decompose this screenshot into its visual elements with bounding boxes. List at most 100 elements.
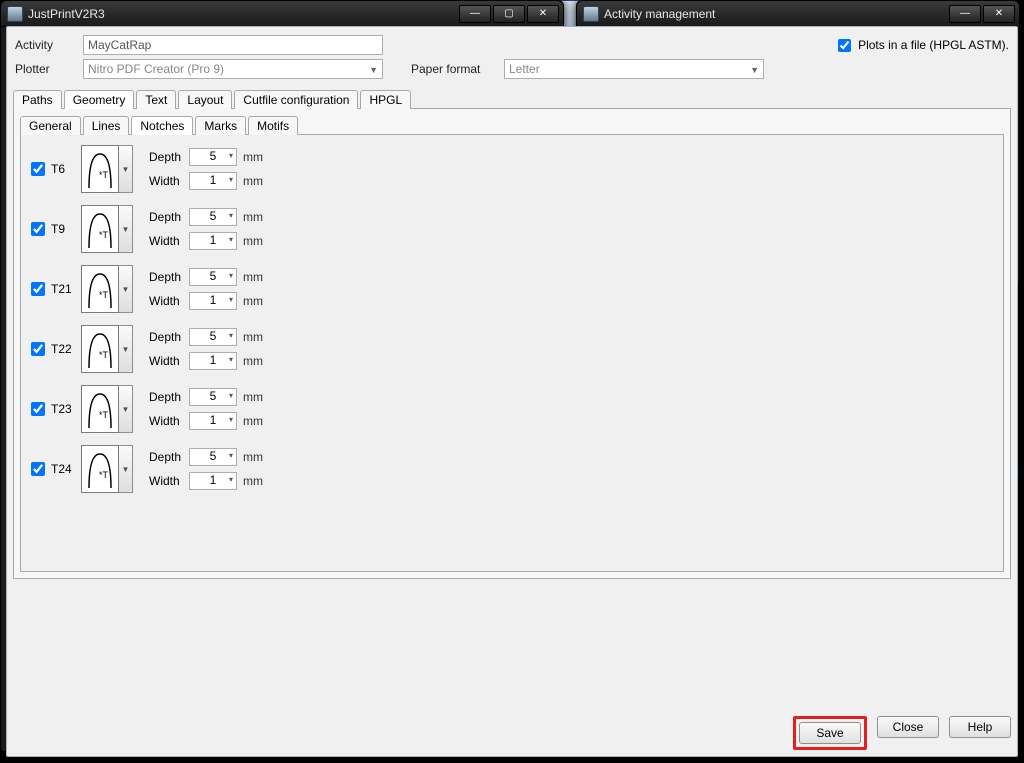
depth-label: Depth (149, 450, 189, 464)
notch-name: T9 (51, 222, 81, 236)
svg-text:*T: *T (99, 410, 109, 420)
tab-cutfile[interactable]: Cutfile configuration (234, 90, 358, 109)
tab-text[interactable]: Text (136, 90, 176, 109)
tab-layout[interactable]: Layout (178, 90, 232, 109)
close-button[interactable]: ✕ (983, 5, 1015, 23)
plots-in-file-checkbox[interactable] (838, 39, 851, 52)
notch-shape-preview[interactable]: *T (81, 385, 119, 433)
activity-label: Activity (15, 38, 75, 52)
width-label: Width (149, 474, 189, 488)
save-button[interactable]: Save (799, 722, 861, 744)
notch-name: T24 (51, 462, 81, 476)
chevron-down-icon: ▾ (229, 235, 233, 244)
notch-enable-checkbox[interactable] (31, 222, 45, 236)
depth-label: Depth (149, 270, 189, 284)
unit-label: mm (243, 270, 263, 284)
subtab-motifs[interactable]: Motifs (248, 116, 298, 135)
justprint-titlebar[interactable]: JustPrintV2R3 — ▢ ✕ (1, 1, 563, 27)
notch-row: T22*T▼Depth5▾mmWidth1▾mm (27, 321, 997, 377)
notch-enable-checkbox[interactable] (31, 402, 45, 416)
notch-enable-checkbox[interactable] (31, 282, 45, 296)
depth-select[interactable]: 5▾ (189, 448, 237, 466)
window-title: Activity management (604, 7, 715, 21)
actmgr-titlebar[interactable]: Activity management — ✕ (577, 1, 1019, 27)
width-select[interactable]: 1▾ (189, 412, 237, 430)
depth-select[interactable]: 5▾ (189, 268, 237, 286)
tab-paths[interactable]: Paths (13, 90, 62, 109)
subtab-marks[interactable]: Marks (195, 116, 246, 135)
notch-shape-preview[interactable]: *T (81, 265, 119, 313)
notch-row: T23*T▼Depth5▾mmWidth1▾mm (27, 381, 997, 437)
notch-shape-dropdown[interactable]: ▼ (119, 385, 133, 433)
notch-shape-preview[interactable]: *T (81, 325, 119, 373)
width-select[interactable]: 1▾ (189, 292, 237, 310)
chevron-down-icon: ▾ (229, 475, 233, 484)
subtab-general[interactable]: General (20, 116, 81, 135)
notch-shape-preview[interactable]: *T (81, 445, 119, 493)
svg-text:*T: *T (99, 350, 109, 360)
notch-enable-checkbox[interactable] (31, 342, 45, 356)
chevron-down-icon: ▼ (369, 65, 378, 75)
tab-hpgl[interactable]: HPGL (360, 90, 411, 109)
paper-format-combo[interactable]: Letter▼ (504, 59, 764, 79)
unit-label: mm (243, 414, 263, 428)
unit-label: mm (243, 294, 263, 308)
depth-select[interactable]: 5▾ (189, 148, 237, 166)
width-label: Width (149, 234, 189, 248)
help-button[interactable]: Help (949, 716, 1011, 738)
svg-text:*T: *T (99, 290, 109, 300)
plotter-combo[interactable]: Nitro PDF Creator (Pro 9)▼ (83, 59, 383, 79)
notch-name: T22 (51, 342, 81, 356)
notch-shape-dropdown[interactable]: ▼ (119, 145, 133, 193)
subtab-notches[interactable]: Notches (131, 116, 193, 135)
chevron-down-icon: ▾ (229, 391, 233, 400)
chevron-down-icon: ▾ (229, 331, 233, 340)
depth-select[interactable]: 5▾ (189, 208, 237, 226)
chevron-down-icon: ▾ (229, 355, 233, 364)
notch-shape-preview[interactable]: *T (81, 205, 119, 253)
chevron-down-icon: ▾ (229, 451, 233, 460)
notch-shape-dropdown[interactable]: ▼ (119, 445, 133, 493)
notch-row: T9*T▼Depth5▾mmWidth1▾mm (27, 201, 997, 257)
minimize-button[interactable]: — (459, 5, 491, 23)
notch-shape-preview[interactable]: *T (81, 145, 119, 193)
chevron-down-icon: ▾ (229, 415, 233, 424)
notch-row: T21 *T ▼ Depth5▾ mm Width1▾ mm (27, 261, 997, 317)
depth-select[interactable]: 5▾ (189, 328, 237, 346)
notch-shape-dropdown[interactable]: ▼ (119, 265, 133, 313)
chevron-down-icon: ▾ (229, 295, 233, 304)
notch-name: T23 (51, 402, 81, 416)
open-activity-dialog: Open activity MayCatRap ✕ Activity Plots… (0, 0, 706, 665)
width-select[interactable]: 1▾ (189, 172, 237, 190)
chevron-down-icon: ▾ (229, 211, 233, 220)
app-icon (7, 6, 23, 22)
notch-enable-checkbox[interactable] (31, 462, 45, 476)
plots-in-file-label: Plots in a file (HPGL ASTM). (858, 38, 1009, 52)
close-button[interactable]: ✕ (527, 5, 559, 23)
notch-name: T21 (51, 282, 81, 296)
close-button[interactable]: Close (877, 716, 939, 738)
tab-geometry[interactable]: Geometry (64, 90, 135, 109)
activity-input[interactable] (83, 35, 383, 55)
width-label: Width (149, 294, 189, 308)
plotter-label: Plotter (15, 62, 75, 76)
unit-label: mm (243, 330, 263, 344)
notch-shape-dropdown[interactable]: ▼ (119, 325, 133, 373)
maximize-button[interactable]: ▢ (493, 5, 525, 23)
notch-row: T24*T▼Depth5▾mmWidth1▾mm (27, 441, 997, 497)
width-label: Width (149, 414, 189, 428)
app-icon (583, 6, 599, 22)
width-select[interactable]: 1▾ (189, 472, 237, 490)
width-select[interactable]: 1▾ (189, 232, 237, 250)
save-highlight: Save (793, 716, 867, 750)
svg-text:*T: *T (99, 470, 109, 480)
paper-format-label: Paper format (411, 62, 496, 76)
depth-select[interactable]: 5▾ (189, 388, 237, 406)
unit-label: mm (243, 174, 263, 188)
notch-enable-checkbox[interactable] (31, 162, 45, 176)
width-label: Width (149, 174, 189, 188)
notch-shape-dropdown[interactable]: ▼ (119, 205, 133, 253)
minimize-button[interactable]: — (949, 5, 981, 23)
subtab-lines[interactable]: Lines (83, 116, 130, 135)
width-select[interactable]: 1▾ (189, 352, 237, 370)
